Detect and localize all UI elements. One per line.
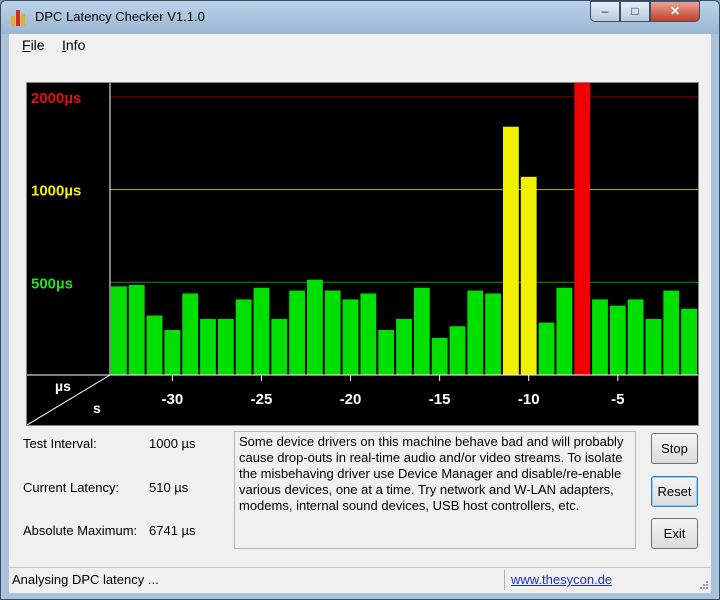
reset-button[interactable]: Reset (651, 476, 698, 507)
corner-unit-s: s (93, 400, 101, 416)
y-label-2000s: 2000µs (31, 90, 81, 107)
title-bar[interactable]: DPC Latency Checker V1.1.0 – □ ✕ (1, 1, 719, 34)
latency-chart-svg: 16000µs8000µs4000µs2000µs1000µs500µsµss-… (27, 83, 698, 425)
latency-bar (182, 293, 199, 375)
website-link[interactable]: www.thesycon.de (511, 572, 612, 587)
latency-bar (342, 299, 359, 375)
status-text: Analysing DPC latency ... (12, 572, 159, 587)
absolute-maximum-value: 6741 µs (149, 523, 196, 538)
latency-bar (449, 326, 466, 375)
latency-bar (324, 290, 341, 375)
status-bar: Analysing DPC latency ... www.thesycon.d… (9, 567, 711, 592)
close-button[interactable]: ✕ (650, 1, 700, 22)
menu-info[interactable]: Info (62, 37, 85, 53)
x-tick-label: -5 (611, 391, 624, 408)
x-tick-label: -15 (429, 391, 451, 408)
current-latency-label: Current Latency: (23, 480, 120, 495)
latency-bar (503, 126, 519, 375)
latency-bar (467, 290, 484, 375)
maximize-button[interactable]: □ (620, 1, 650, 22)
latency-bar (217, 319, 234, 375)
latency-bar (431, 337, 448, 375)
latency-bar (146, 315, 163, 375)
status-separator (504, 570, 505, 590)
latency-bar (128, 285, 145, 375)
x-tick-label: -25 (251, 391, 273, 408)
app-window: DPC Latency Checker V1.1.0 – □ ✕ File In… (0, 0, 720, 600)
latency-bar (164, 330, 181, 375)
absolute-maximum-label: Absolute Maximum: (23, 523, 138, 538)
minimize-button[interactable]: – (590, 1, 620, 22)
latency-bar (645, 319, 662, 375)
x-tick-label: -20 (340, 391, 362, 408)
latency-bar (413, 287, 430, 375)
latency-bar (200, 319, 216, 375)
test-interval-label: Test Interval: (23, 436, 97, 451)
latency-bar (271, 319, 288, 375)
latency-graph: 16000µs8000µs4000µs2000µs1000µs500µsµss-… (26, 82, 699, 426)
test-interval-value: 1000 µs (149, 436, 196, 451)
menu-file[interactable]: File (22, 37, 45, 53)
latency-bar (307, 279, 323, 375)
x-tick-label: -30 (162, 391, 184, 408)
latency-bar (574, 83, 591, 375)
latency-bar (289, 290, 305, 375)
latency-bar (520, 176, 537, 375)
latency-bar (360, 293, 377, 375)
latency-bar (592, 299, 608, 375)
corner-unit-us: µs (55, 378, 71, 394)
y-label-500s: 500µs (31, 275, 73, 292)
latency-bar (609, 305, 626, 375)
current-latency-value: 510 µs (149, 480, 189, 495)
latency-bar (663, 290, 680, 375)
stop-button[interactable]: Stop (651, 433, 698, 464)
latency-bar (253, 287, 270, 375)
latency-bar (485, 293, 501, 375)
latency-bar (681, 308, 697, 375)
diagnosis-message: Some device drivers on this machine beha… (234, 431, 636, 549)
latency-bar (378, 330, 395, 375)
resize-grip-icon[interactable] (699, 580, 709, 590)
latency-bar (396, 319, 412, 375)
latency-bar (556, 287, 573, 375)
latency-bar (627, 299, 644, 375)
exit-button[interactable]: Exit (651, 518, 698, 549)
latency-bar (538, 322, 555, 375)
window-title: DPC Latency Checker V1.1.0 (35, 9, 205, 24)
x-tick-label: -10 (518, 391, 540, 408)
latency-bar (235, 299, 252, 375)
y-label-1000s: 1000µs (31, 183, 81, 200)
client-area: File Info 16000µs8000µs4000µs2000µs1000µ… (9, 34, 711, 593)
latency-bar (111, 286, 127, 375)
app-icon (11, 10, 27, 26)
menu-bar: File Info (9, 34, 711, 56)
